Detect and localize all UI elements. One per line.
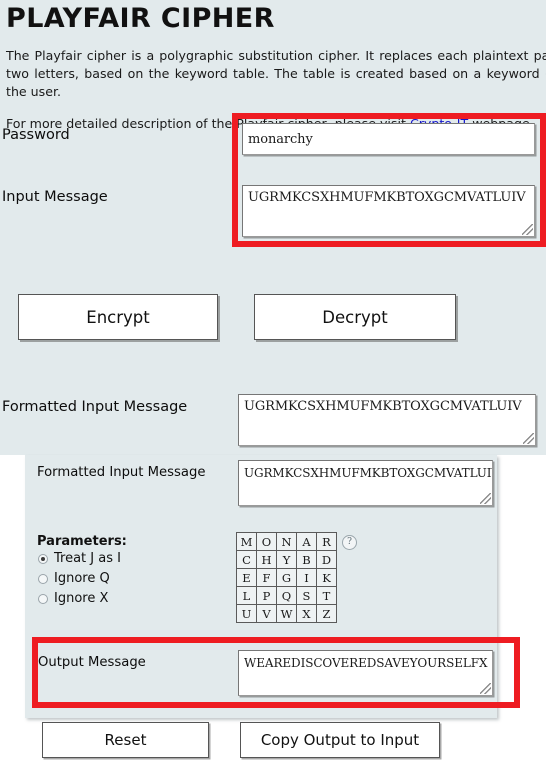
output-message-label: Output Message [38, 655, 146, 670]
playfair-table-cell: D [316, 550, 337, 569]
playfair-table-cell: B [296, 550, 317, 569]
playfair-table-cell: I [296, 568, 317, 587]
encrypt-button[interactable]: Encrypt [18, 294, 218, 340]
playfair-table-cell: E [236, 568, 257, 587]
playfair-table-cell: V [256, 604, 277, 623]
playfair-table-cell: U [236, 604, 257, 623]
password-input[interactable]: monarchy [242, 123, 535, 155]
radio-label-treat-j-as-i: Treat J as I [54, 551, 121, 566]
playfair-table-row: LPQST [236, 586, 337, 605]
playfair-table-cell: K [316, 568, 337, 587]
playfair-table-cell: P [256, 586, 277, 605]
copy-output-button[interactable]: Copy Output to Input [240, 722, 440, 758]
playfair-table-cell: L [236, 586, 257, 605]
output-message-textarea[interactable]: WEAREDISCOVEREDSAVEYOURSELFX [238, 650, 493, 696]
page-content: PLAYFAIR CIPHER The Playfair cipher is a… [0, 0, 546, 133]
input-message-textarea[interactable]: UGRMKCSXHMUFMKBTOXGCMVATLUIV [242, 185, 535, 237]
playfair-table-cell: Z [316, 604, 337, 623]
radio-icon-ignore-x[interactable] [38, 593, 48, 604]
playfair-table-cell: C [236, 550, 257, 569]
playfair-table-cell: N [276, 532, 297, 551]
radio-label-ignore-x: Ignore X [54, 591, 109, 606]
intro-paragraph: The Playfair cipher is a polygraphic sub… [6, 48, 546, 99]
playfair-table-cell: R [316, 532, 337, 551]
playfair-table-cell: F [256, 568, 277, 587]
radio-icon-ignore-q[interactable] [38, 573, 48, 584]
playfair-table-cell: O [256, 532, 277, 551]
playfair-table-cell: A [296, 532, 317, 551]
radio-icon-treat-j-as-i[interactable] [38, 553, 48, 564]
playfair-table-cell: X [296, 604, 317, 623]
playfair-table-cell: W [276, 604, 297, 623]
playfair-key-table-body: MONARCHYBDEFGIKLPQSTUVWXZ [236, 532, 337, 623]
radio-option-ignore-q[interactable]: Ignore Q [38, 571, 110, 586]
playfair-table-row: MONAR [236, 532, 337, 551]
input-message-label: Input Message [2, 189, 108, 205]
playfair-table-row: CHYBD [236, 550, 337, 569]
radio-label-ignore-q: Ignore Q [54, 571, 110, 586]
playfair-table-cell: G [276, 568, 297, 587]
playfair-table-cell: S [296, 586, 317, 605]
playfair-table-cell: Q [276, 586, 297, 605]
reset-button[interactable]: Reset [42, 722, 209, 758]
playfair-table-row: EFGIK [236, 568, 337, 587]
playfair-table-cell: T [316, 586, 337, 605]
playfair-table-cell: M [236, 532, 257, 551]
help-icon[interactable]: ? [342, 535, 357, 550]
inner-formatted-input-textarea[interactable]: UGRMKCSXHMUFMKBTOXGCMVATLUIV [238, 460, 493, 506]
password-label: Password [2, 127, 70, 143]
playfair-table-row: UVWXZ [236, 604, 337, 623]
playfair-table-cell: H [256, 550, 277, 569]
inner-formatted-input-label: Formatted Input Message [37, 465, 206, 480]
decrypt-button[interactable]: Decrypt [254, 294, 456, 340]
playfair-table-cell: Y [276, 550, 297, 569]
page-title: PLAYFAIR CIPHER [6, 3, 275, 34]
formatted-input-label: Formatted Input Message [2, 399, 188, 415]
formatted-input-textarea[interactable]: UGRMKCSXHMUFMKBTOXGCMVATLUIV [238, 394, 536, 446]
radio-option-treat-j-as-i[interactable]: Treat J as I [38, 551, 121, 566]
playfair-key-table: MONARCHYBDEFGIKLPQSTUVWXZ [236, 532, 337, 623]
parameters-label: Parameters: [37, 534, 127, 549]
radio-option-ignore-x[interactable]: Ignore X [38, 591, 108, 606]
